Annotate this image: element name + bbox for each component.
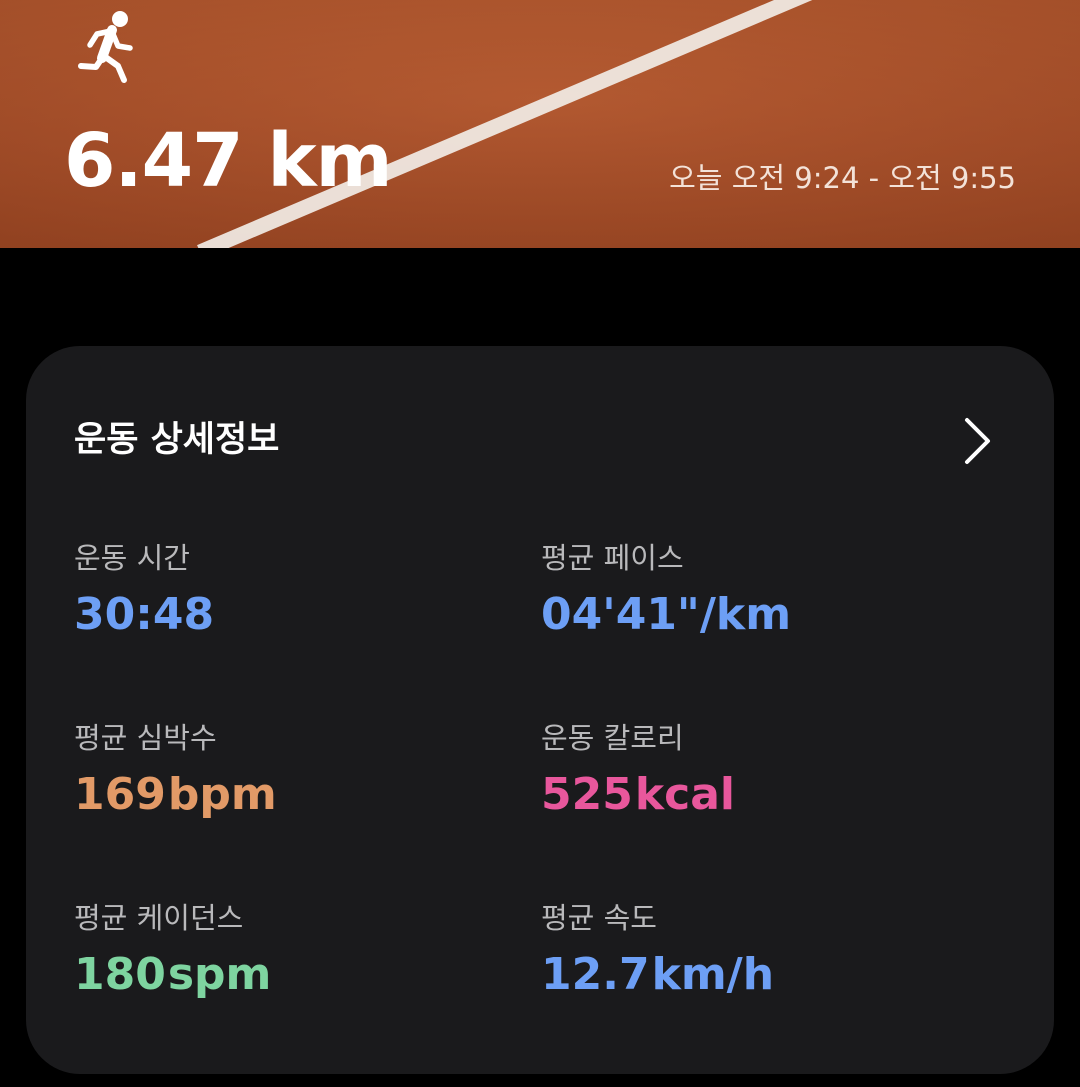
stat-pace: 평균 페이스 04'41"/km — [541, 538, 981, 642]
stat-value: 180spm — [74, 948, 514, 1002]
stat-cadence: 평균 케이던스 180spm — [74, 898, 514, 1002]
cadence-unit: spm — [167, 949, 272, 1000]
stat-value: 30:48 — [74, 588, 514, 642]
stat-heart-rate: 평균 심박수 169bpm — [74, 718, 514, 822]
workout-details-card[interactable]: 운동 상세정보 운동 시간 30:48 평균 페이스 04'41"/km 평균 … — [26, 346, 1054, 1074]
stat-value: 169bpm — [74, 768, 514, 822]
stat-duration: 운동 시간 30:48 — [74, 538, 514, 642]
chevron-right-icon[interactable] — [958, 416, 998, 466]
stat-label: 운동 칼로리 — [541, 721, 684, 755]
stat-label: 평균 페이스 — [541, 541, 684, 575]
calories-value: 525 — [541, 769, 633, 820]
running-person-icon — [78, 11, 133, 83]
heart-rate-value: 169 — [74, 769, 166, 820]
workout-header: 6.47 km 오늘 오전 9:24 - 오전 9:55 — [0, 0, 1080, 248]
stat-value: 525kcal — [541, 768, 981, 822]
stat-calories: 운동 칼로리 525kcal — [541, 718, 981, 822]
calories-unit: kcal — [634, 769, 735, 820]
stat-label: 운동 시간 — [74, 541, 190, 575]
duration-value: 30:48 — [74, 589, 215, 640]
distance-value: 6.47 km — [64, 118, 393, 204]
stat-label: 평균 심박수 — [74, 721, 217, 755]
pace-value: 04'41"/km — [541, 589, 792, 640]
cadence-value: 180 — [74, 949, 166, 1000]
speed-unit: km/h — [651, 949, 775, 1000]
stat-speed: 평균 속도 12.7km/h — [541, 898, 981, 1002]
stat-label: 평균 속도 — [541, 901, 657, 935]
card-title: 운동 상세정보 — [74, 420, 280, 460]
speed-value: 12.7 — [541, 949, 650, 1000]
stat-label: 평균 케이던스 — [74, 901, 244, 935]
stat-value: 12.7km/h — [541, 948, 981, 1002]
heart-rate-unit: bpm — [167, 769, 277, 820]
stat-value: 04'41"/km — [541, 588, 981, 642]
workout-time-range: 오늘 오전 9:24 - 오전 9:55 — [669, 161, 1016, 195]
